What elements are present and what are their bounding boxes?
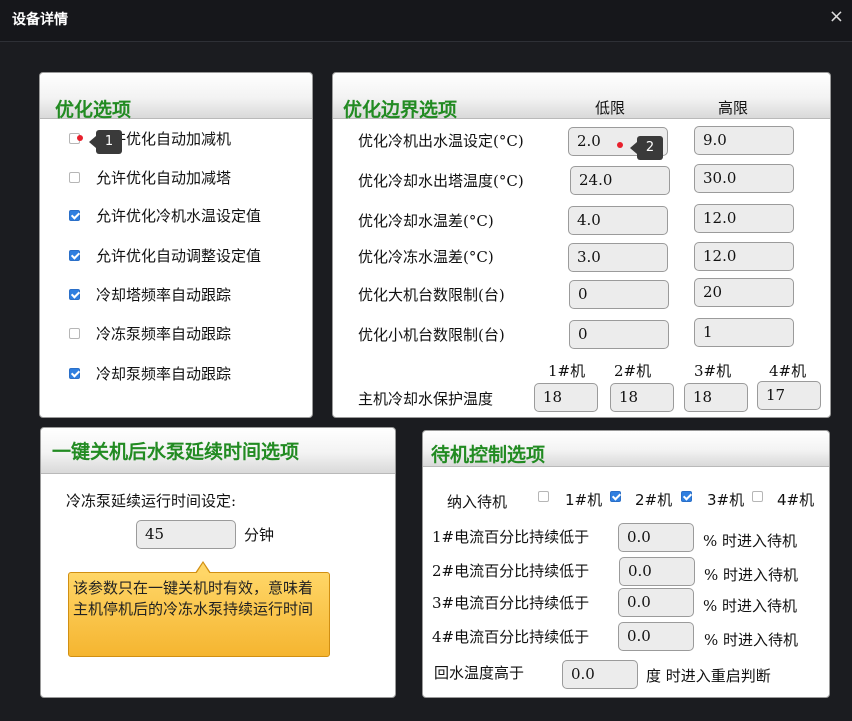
high-limit-header: 高限	[718, 99, 749, 117]
machine-header-4: 4#机	[769, 362, 807, 380]
machine-header-1: 1#机	[548, 362, 586, 380]
standby-row-label-1: 1#电流百分比持续低于	[432, 528, 590, 546]
opt-checkbox-6[interactable]	[69, 328, 80, 339]
opt-checkbox-7[interactable]	[69, 368, 80, 379]
boundary-label-2: 优化冷却水出塔温度(°C)	[358, 172, 524, 190]
standby-row-label-3: 3#电流百分比持续低于	[432, 594, 590, 612]
opt-label-2: 允许优化自动加减塔	[96, 169, 232, 187]
opt-label-6: 冷冻泵频率自动跟踪	[96, 325, 232, 343]
opt-label-4: 允许优化自动调整设定值	[96, 247, 262, 265]
annotation-marker-2	[617, 142, 623, 148]
protect-temp-3[interactable]: 18	[684, 383, 748, 412]
return-temp-label: 回水温度高于	[434, 664, 525, 682]
panel-header: 优化边界选项	[333, 73, 830, 121]
boundary-high-3[interactable]: 12.0	[694, 204, 794, 233]
machine-header-2: 2#机	[614, 362, 652, 380]
standby-include-label: 纳入待机	[447, 493, 508, 511]
close-icon[interactable]: ×	[829, 6, 844, 27]
boundary-low-2[interactable]: 24.0	[570, 166, 670, 195]
annotation-badge-2: 2	[630, 136, 663, 160]
panel-header: 一键关机后水泵延续时间选项	[41, 428, 395, 474]
return-temp-input[interactable]: 0.0	[562, 660, 638, 689]
annotation-badge-1: 1	[89, 130, 122, 154]
boundary-options-title: 优化边界选项	[343, 99, 458, 121]
panel-header: 优化选项	[40, 73, 312, 121]
boundary-label-3: 优化冷却水温差(°C)	[358, 212, 494, 230]
protect-temp-2[interactable]: 18	[610, 383, 674, 412]
standby-row-label-2: 2#电流百分比持续低于	[432, 562, 590, 580]
opt-label-5: 冷却塔频率自动跟踪	[96, 286, 232, 304]
boundary-low-5[interactable]: 0	[569, 280, 669, 309]
boundary-low-4[interactable]: 3.0	[568, 243, 668, 272]
opt-label-3: 允许优化冷机水温设定值	[96, 207, 262, 225]
pump-delay-label: 冷冻泵延续运行时间设定:	[66, 492, 237, 510]
machine-header-3: 3#机	[694, 362, 732, 380]
opt-label-7: 冷却泵频率自动跟踪	[96, 365, 232, 383]
return-temp-suffix: 度 时进入重启判断	[646, 667, 771, 685]
boundary-low-6[interactable]: 0	[569, 320, 669, 349]
standby-suffix-1: % 时进入待机	[703, 532, 798, 550]
dialog-titlebar: 设备详情 ×	[0, 0, 852, 42]
standby-current-1[interactable]: 0.0	[618, 523, 694, 552]
standby-checkbox-3[interactable]	[681, 491, 692, 502]
standby-title: 待机控制选项	[431, 444, 546, 466]
pump-delay-unit: 分钟	[244, 526, 275, 544]
standby-machine-label-4: 4#机	[777, 491, 815, 509]
standby-machine-label-2: 2#机	[635, 491, 673, 509]
annotation-marker-1	[77, 135, 83, 141]
low-limit-header: 低限	[595, 99, 626, 117]
boundary-label-6: 优化小机台数限制(台)	[358, 326, 505, 344]
protect-temp-1[interactable]: 18	[534, 383, 598, 412]
opt-checkbox-3[interactable]	[69, 210, 80, 221]
opt-checkbox-4[interactable]	[69, 250, 80, 261]
boundary-high-6[interactable]: 1	[694, 318, 794, 347]
standby-checkbox-1[interactable]	[538, 491, 549, 502]
standby-current-4[interactable]: 0.0	[618, 622, 694, 651]
dialog-title: 设备详情	[12, 12, 68, 28]
boundary-low-3[interactable]: 4.0	[568, 206, 668, 235]
boundary-high-2[interactable]: 30.0	[694, 164, 794, 193]
standby-suffix-4: % 时进入待机	[704, 631, 799, 649]
opt-checkbox-2[interactable]	[69, 172, 80, 183]
standby-machine-label-1: 1#机	[565, 491, 603, 509]
boundary-label-5: 优化大机台数限制(台)	[358, 286, 505, 304]
standby-checkbox-4[interactable]	[752, 491, 763, 502]
optimize-options-title: 优化选项	[55, 99, 132, 121]
protect-temp-label: 主机冷却水保护温度	[358, 390, 494, 408]
standby-checkbox-2[interactable]	[610, 491, 621, 502]
opt-checkbox-5[interactable]	[69, 289, 80, 300]
standby-row-label-4: 4#电流百分比持续低于	[432, 628, 590, 646]
boundary-high-4[interactable]: 12.0	[694, 242, 794, 271]
boundary-high-5[interactable]: 20	[694, 278, 794, 307]
standby-current-3[interactable]: 0.0	[618, 588, 694, 617]
pump-delay-tooltip: 该参数只在一键关机时有效，意味着主机停机后的冷冻水泵持续运行时间	[68, 561, 330, 657]
panel-header: 待机控制选项	[423, 431, 829, 467]
protect-temp-4[interactable]: 17	[757, 381, 821, 410]
standby-suffix-3: % 时进入待机	[703, 597, 798, 615]
boundary-label-4: 优化冷冻水温差(°C)	[358, 248, 494, 266]
pump-delay-panel: 一键关机后水泵延续时间选项	[40, 427, 396, 698]
pump-delay-input[interactable]: 45	[136, 520, 236, 549]
boundary-high-1[interactable]: 9.0	[694, 126, 794, 155]
standby-suffix-2: % 时进入待机	[704, 566, 799, 584]
boundary-label-1: 优化冷机出水温设定(°C)	[358, 132, 524, 150]
standby-current-2[interactable]: 0.0	[619, 557, 695, 586]
pump-delay-title: 一键关机后水泵延续时间选项	[52, 441, 300, 463]
standby-machine-label-3: 3#机	[707, 491, 745, 509]
